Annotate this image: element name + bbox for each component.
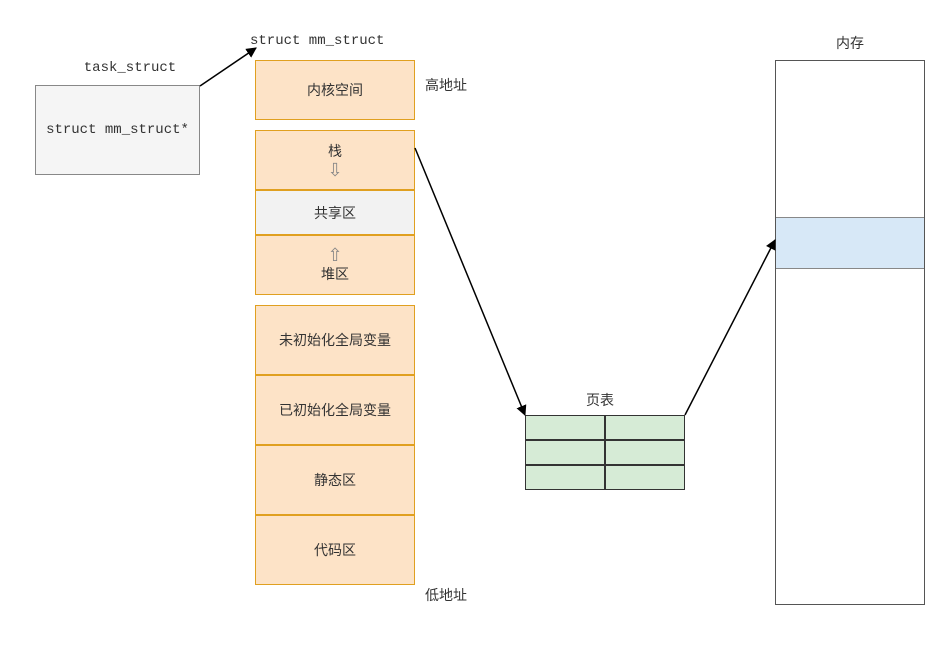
arrow-pagetable-to-memory: [685, 240, 775, 415]
region-stack: 栈 ⇩: [255, 130, 415, 190]
low-address-label: 低地址: [425, 585, 467, 605]
page-table-cell: [525, 415, 605, 440]
region-data: 已初始化全局变量: [255, 375, 415, 445]
region-stack-label: 栈: [328, 141, 342, 161]
region-code: 代码区: [255, 515, 415, 585]
region-kernel-space: 内核空间: [255, 60, 415, 120]
arrow-mm-to-pagetable: [415, 148, 525, 415]
page-table-cell: [525, 440, 605, 465]
task-struct-pointer-field: struct mm_struct*: [46, 122, 189, 138]
region-heap: ⇧ 堆区: [255, 235, 415, 295]
task-struct-box: struct mm_struct*: [35, 85, 200, 175]
memory-mapped-band: [776, 217, 924, 269]
page-table-title: 页表: [570, 390, 630, 410]
task-struct-title: task_struct: [60, 60, 200, 76]
page-table-cell: [605, 415, 685, 440]
high-address-label: 高地址: [425, 75, 467, 95]
memory-title: 内存: [820, 33, 880, 53]
arrow-task-to-mm: [200, 48, 256, 86]
page-table-cell: [605, 465, 685, 490]
heap-grow-up-icon: ⇧: [327, 246, 342, 264]
page-table-cell: [605, 440, 685, 465]
page-table-cell: [525, 465, 605, 490]
region-bss: 未初始化全局变量: [255, 305, 415, 375]
region-heap-label: 堆区: [321, 264, 349, 284]
region-static: 静态区: [255, 445, 415, 515]
mm-struct-title: struct mm_struct: [250, 33, 410, 49]
region-shared: 共享区: [255, 190, 415, 235]
stack-grow-down-icon: ⇩: [327, 161, 342, 179]
memory-box: [775, 60, 925, 605]
